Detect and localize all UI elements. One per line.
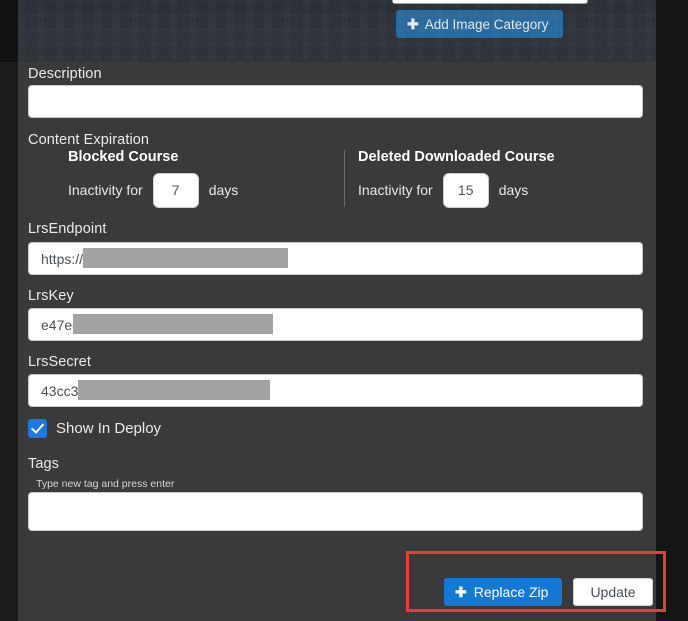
deleted-course-prefix: Inactivity for — [358, 182, 433, 198]
deleted-course-days-input[interactable] — [442, 172, 489, 208]
show-in-deploy-label: Show In Deploy — [56, 420, 162, 437]
tags-hint-text: Type new tag and press enter — [36, 478, 175, 490]
page-backdrop-left — [0, 0, 18, 621]
plus-icon: ✚ — [407, 16, 419, 32]
lrs-endpoint-label: LrsEndpoint — [28, 221, 107, 237]
lrs-key-label: LrsKey — [28, 288, 74, 304]
tags-label: Tags — [28, 456, 60, 472]
modal-header-band: ✚ Add Image Category — [18, 0, 656, 62]
content-expiration-group: Blocked Course Inactivity for days Delet… — [28, 150, 656, 208]
blocked-course-suffix: days — [208, 182, 239, 198]
plus-icon: ✚ — [455, 584, 467, 600]
blocked-course-prefix: Inactivity for — [68, 182, 143, 198]
band-left-edge — [0, 0, 18, 62]
update-label: Update — [590, 584, 636, 600]
image-category-input[interactable] — [392, 0, 588, 4]
deleted-course-suffix: days — [498, 182, 529, 198]
update-button[interactable]: Update — [573, 578, 653, 606]
settings-form-panel: Description Content Expiration Blocked C… — [18, 62, 666, 621]
app-screen: ✚ Add Image Category Description Content… — [0, 0, 688, 621]
show-in-deploy-checkbox-row[interactable]: Show In Deploy — [28, 419, 161, 438]
blocked-course-title: Blocked Course — [68, 149, 179, 165]
deleted-downloaded-course-column: Deleted Downloaded Course Inactivity for… — [358, 150, 555, 208]
form-actions: ✚ Replace Zip Update — [444, 578, 653, 606]
blocked-course-days-input[interactable] — [152, 172, 199, 208]
description-label: Description — [28, 66, 102, 82]
lrs-key-redaction — [73, 314, 273, 334]
add-image-category-label: Add Image Category — [424, 16, 549, 32]
page-backdrop-right — [656, 0, 688, 621]
lrs-secret-label: LrsSecret — [28, 354, 91, 370]
description-input[interactable] — [28, 85, 643, 118]
add-image-category-button[interactable]: ✚ Add Image Category — [396, 10, 563, 38]
deleted-downloaded-course-title: Deleted Downloaded Course — [358, 149, 555, 165]
replace-zip-label: Replace Zip — [473, 584, 549, 600]
replace-zip-button[interactable]: ✚ Replace Zip — [444, 578, 563, 606]
expiration-column-divider — [344, 150, 345, 207]
lrs-endpoint-redaction — [83, 248, 288, 268]
content-expiration-label: Content Expiration — [28, 132, 150, 148]
blocked-course-column: Blocked Course Inactivity for days — [68, 150, 238, 208]
checkmark-icon[interactable] — [28, 419, 47, 438]
tags-input[interactable] — [28, 492, 643, 531]
lrs-secret-redaction — [78, 380, 270, 400]
